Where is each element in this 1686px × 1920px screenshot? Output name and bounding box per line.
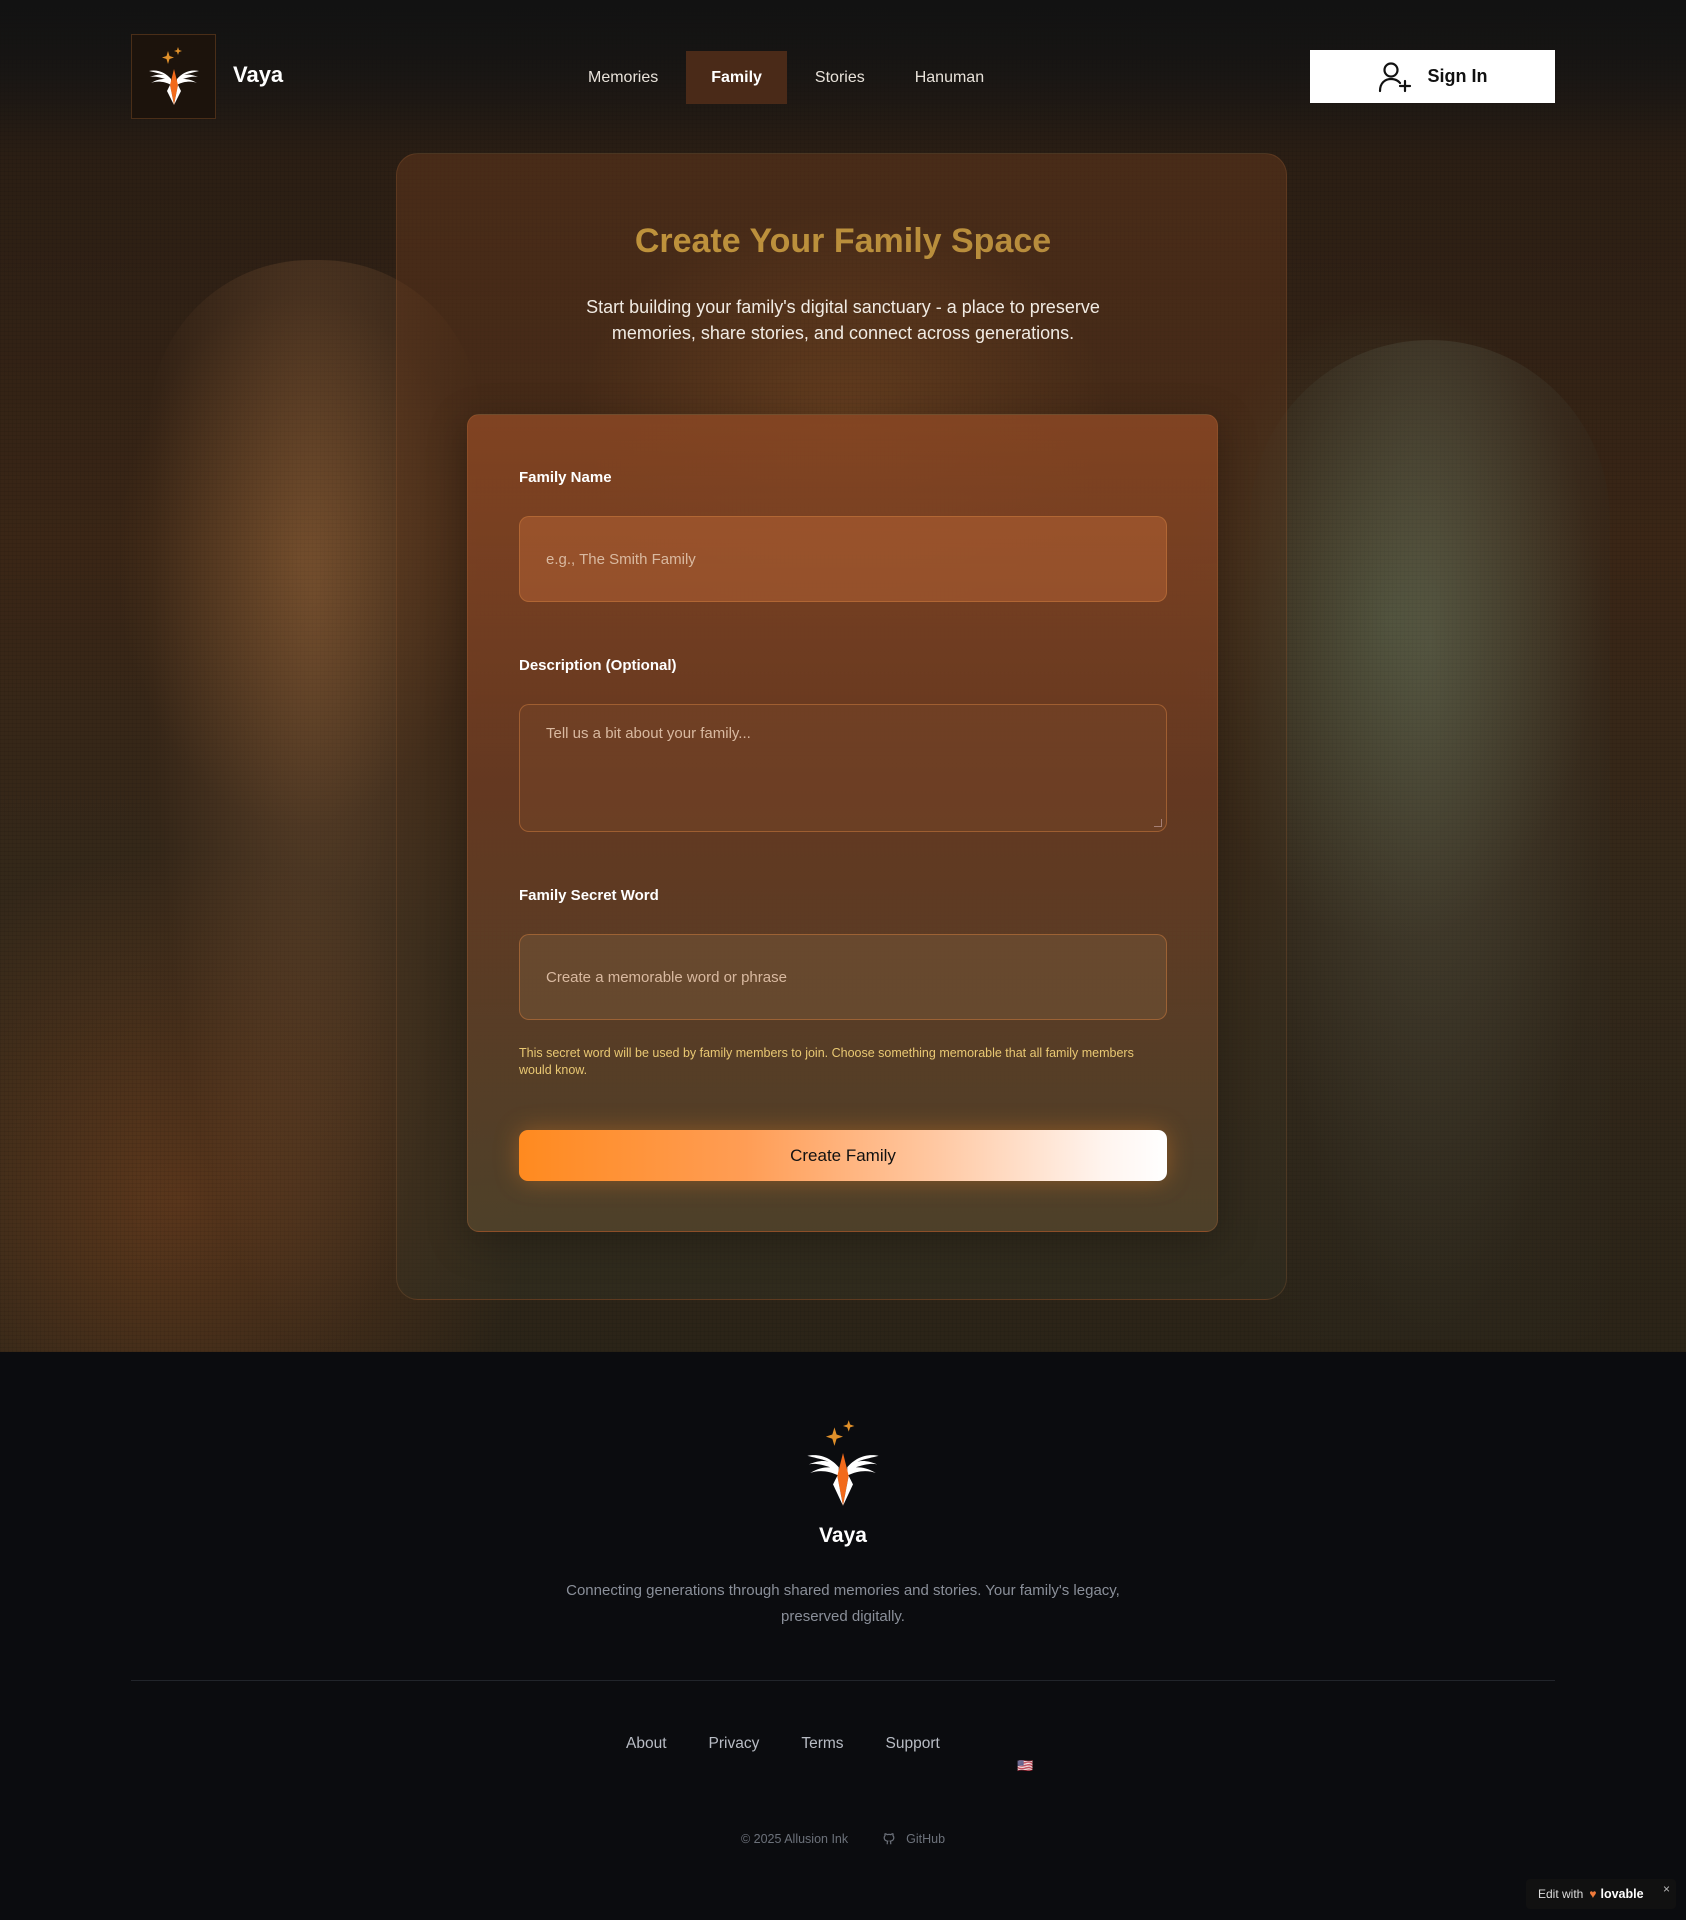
github-icon [883,1833,895,1845]
logo[interactable] [131,34,216,119]
close-icon[interactable]: × [1663,1882,1670,1896]
nav-item-family[interactable]: Family [686,51,787,104]
secret-word-input[interactable]: Create a memorable word or phrase [519,934,1167,1020]
page-subtitle: Start building your family's digital san… [586,297,1100,343]
description-label: Description (Optional) [519,657,677,674]
secret-word-label: Family Secret Word [519,887,659,904]
nav-item-stories[interactable]: Stories [793,51,887,104]
footer-divider [131,1680,1555,1681]
create-family-button[interactable]: Create Family [519,1130,1167,1181]
background-photo-figure-right [1250,340,1610,1340]
family-name-input[interactable]: e.g., The Smith Family [519,516,1167,602]
family-name-label: Family Name [519,469,612,486]
github-link[interactable]: GitHub [882,1832,945,1846]
family-name-placeholder: e.g., The Smith Family [546,550,696,568]
edit-with-lovable-badge[interactable]: Edit with ♥ lovable × [1526,1879,1676,1909]
github-label: GitHub [906,1832,946,1846]
main-nav: Memories Family Stories Hanuman [566,51,1012,104]
site-header: Vaya Memories Family Stories Hanuman Sig… [0,0,1686,150]
footer-bottom: © 2025 Allusion Ink GitHub [0,1832,1686,1846]
resize-handle[interactable] [1154,819,1162,827]
badge-brand: lovable [1600,1887,1644,1901]
copyright: © 2025 Allusion Ink [740,1832,849,1846]
nav-item-memories[interactable]: Memories [566,51,680,104]
nav-item-hanuman[interactable]: Hanuman [893,51,1006,104]
page-title: Create Your Family Space [0,222,1686,261]
footer-link-terms[interactable]: Terms [801,1735,843,1753]
brand-name[interactable]: Vaya [233,62,283,88]
secret-word-placeholder: Create a memorable word or phrase [546,968,787,986]
footer-link-support[interactable]: Support [886,1735,940,1753]
sign-in-label: Sign In [1427,66,1488,86]
language-flag-button[interactable]: 🇺🇸 [1017,1758,1033,1774]
footer-link-about[interactable]: About [626,1735,667,1753]
description-placeholder: Tell us a bit about your family... [546,725,751,742]
footer-tagline: Connecting generations through shared me… [566,1582,1120,1625]
secret-word-hint: This secret word will be used by family … [519,1046,1134,1077]
footer-links: About Privacy Terms Support [626,1735,982,1753]
sign-in-button[interactable]: Sign In [1310,50,1555,103]
user-plus-icon [1378,61,1411,92]
badge-prefix: Edit with [1538,1887,1584,1901]
footer-link-privacy[interactable]: Privacy [709,1735,760,1753]
winged-logo-icon [807,1420,879,1506]
winged-logo-icon [148,46,199,105]
footer-brand: Vaya [819,1524,867,1547]
site-footer: Vaya Connecting generations through shar… [0,1352,1686,1920]
heart-icon: ♥ [1589,1887,1597,1901]
description-textarea[interactable]: Tell us a bit about your family... [519,704,1167,832]
